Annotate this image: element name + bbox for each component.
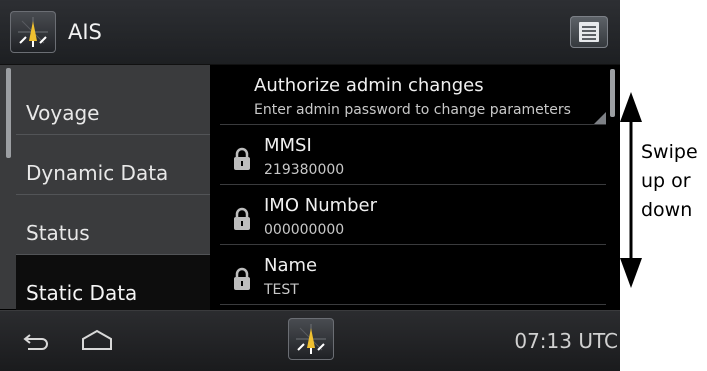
- swipe-instruction: Swipe up or down: [641, 138, 698, 225]
- nav-item-voyage[interactable]: Voyage: [16, 75, 210, 135]
- setting-mmsi[interactable]: MMSI 219380000: [220, 125, 606, 185]
- title-bar: AIS: [0, 0, 620, 65]
- setting-subtitle: Enter admin password to change parameter…: [254, 102, 571, 118]
- back-icon[interactable]: [20, 333, 52, 351]
- device-screen: AIS Voyage Dynamic Data Status Static Da…: [0, 0, 620, 371]
- nav-item-status[interactable]: Status: [16, 195, 210, 255]
- system-bar: 07:13 UTC: [0, 310, 620, 371]
- clock: 07:13 UTC: [514, 329, 618, 353]
- nav-item-dynamic-data[interactable]: Dynamic Data: [16, 135, 210, 195]
- home-icon[interactable]: [80, 329, 114, 351]
- dropdown-corner-icon: [594, 112, 606, 124]
- nav-item-static-data[interactable]: Static Data: [16, 255, 210, 315]
- ais-compass-icon[interactable]: [288, 318, 334, 360]
- swipe-line-3: down: [641, 199, 693, 221]
- left-navigation: Voyage Dynamic Data Status Static Data: [0, 65, 210, 315]
- settings-list: Authorize admin changes Enter admin pass…: [210, 65, 620, 309]
- setting-title: Name: [264, 255, 318, 276]
- setting-name[interactable]: Name TEST: [220, 245, 606, 305]
- swipe-line-2: up or: [641, 170, 691, 192]
- setting-title: Authorize admin changes: [254, 75, 484, 96]
- nav-item-label: Static Data: [26, 281, 138, 305]
- swipe-line-1: Swipe: [641, 141, 698, 163]
- setting-imo-number[interactable]: IMO Number 000000000: [220, 185, 606, 245]
- nav-item-label: Dynamic Data: [26, 161, 169, 185]
- setting-title: IMO Number: [264, 195, 378, 216]
- setting-value: 000000000: [264, 222, 345, 238]
- nav-item-label: Status: [26, 221, 90, 245]
- setting-value: TEST: [264, 282, 299, 298]
- menu-list-icon[interactable]: [570, 16, 608, 48]
- setting-title: MMSI: [264, 135, 312, 156]
- setting-authorize-admin[interactable]: Authorize admin changes Enter admin pass…: [220, 65, 606, 125]
- setting-value: 219380000: [264, 162, 345, 178]
- app-title: AIS: [68, 20, 102, 44]
- ais-compass-icon[interactable]: [10, 11, 56, 53]
- nav-item-label: Voyage: [26, 101, 100, 125]
- lock-icon: [234, 207, 250, 230]
- lock-icon: [234, 267, 250, 290]
- left-scrollbar[interactable]: [6, 68, 11, 158]
- lock-icon: [234, 147, 250, 170]
